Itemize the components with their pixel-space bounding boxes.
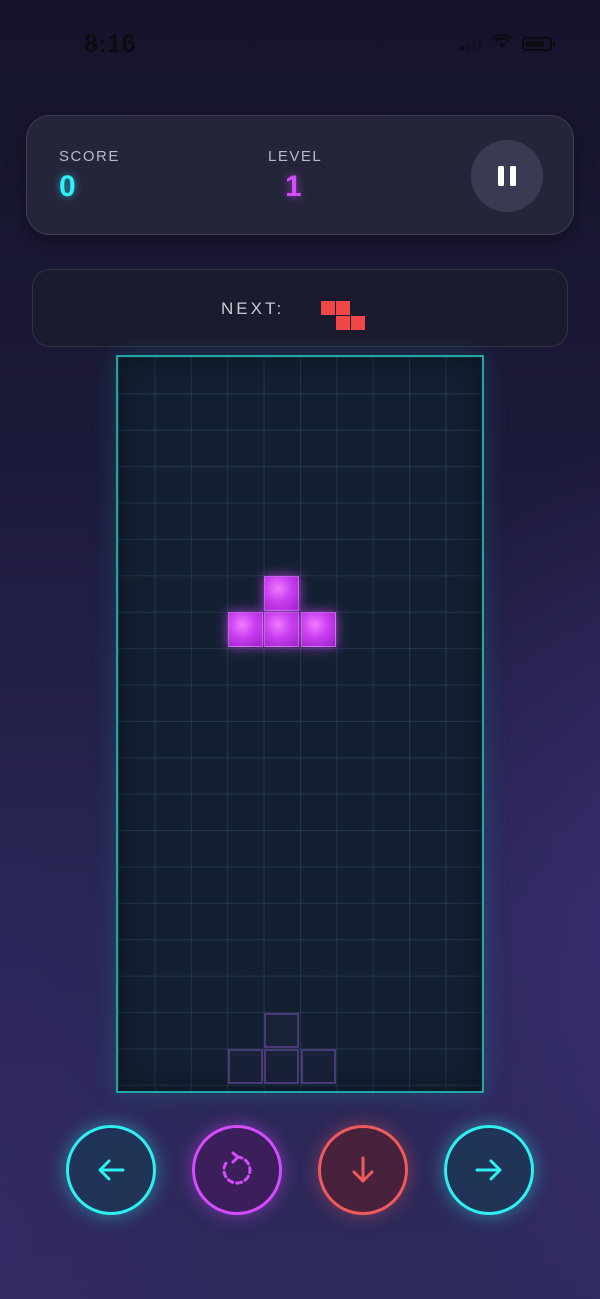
active-piece-cell	[227, 612, 263, 648]
move-left-button[interactable]	[66, 1125, 156, 1215]
next-piece-cell	[336, 301, 350, 315]
level-label: LEVEL	[268, 148, 323, 165]
next-piece-cell	[351, 316, 365, 330]
pause-icon	[498, 166, 516, 186]
status-icons	[460, 33, 555, 54]
score-value: 0	[59, 170, 76, 203]
next-piece-cell	[336, 316, 350, 330]
drop-button[interactable]	[318, 1125, 408, 1215]
wifi-icon	[491, 33, 513, 54]
ghost-piece-cell	[227, 1049, 263, 1085]
battery-icon	[522, 37, 555, 51]
signal-icon	[460, 37, 482, 51]
active-piece-cell	[264, 612, 300, 648]
controls	[0, 1125, 600, 1217]
next-label: NEXT:	[221, 299, 285, 318]
ghost-piece-cell	[264, 1012, 300, 1048]
ghost-piece-cell	[264, 1049, 300, 1085]
active-piece-cell	[300, 612, 336, 648]
next-piece-cell	[321, 301, 335, 315]
score-label: SCORE	[59, 148, 120, 165]
score-panel: SCORE 0 LEVEL 1	[26, 115, 574, 235]
next-piece-preview	[321, 301, 366, 331]
rotate-button[interactable]	[192, 1125, 282, 1215]
ghost-piece-cell	[300, 1049, 336, 1085]
move-right-button[interactable]	[444, 1125, 534, 1215]
status-time: 8:16	[84, 30, 137, 58]
next-piece-panel: NEXT:	[32, 269, 568, 347]
active-piece-cell	[264, 575, 300, 611]
arrow-right-icon	[475, 1159, 502, 1181]
arrow-down-icon	[352, 1156, 374, 1183]
pause-button[interactable]	[471, 140, 543, 212]
arrow-left-icon	[98, 1159, 125, 1181]
game-board[interactable]	[116, 355, 484, 1093]
status-bar: 8:16	[0, 0, 600, 90]
rotate-icon	[222, 1151, 252, 1185]
level-value: 1	[285, 170, 302, 203]
